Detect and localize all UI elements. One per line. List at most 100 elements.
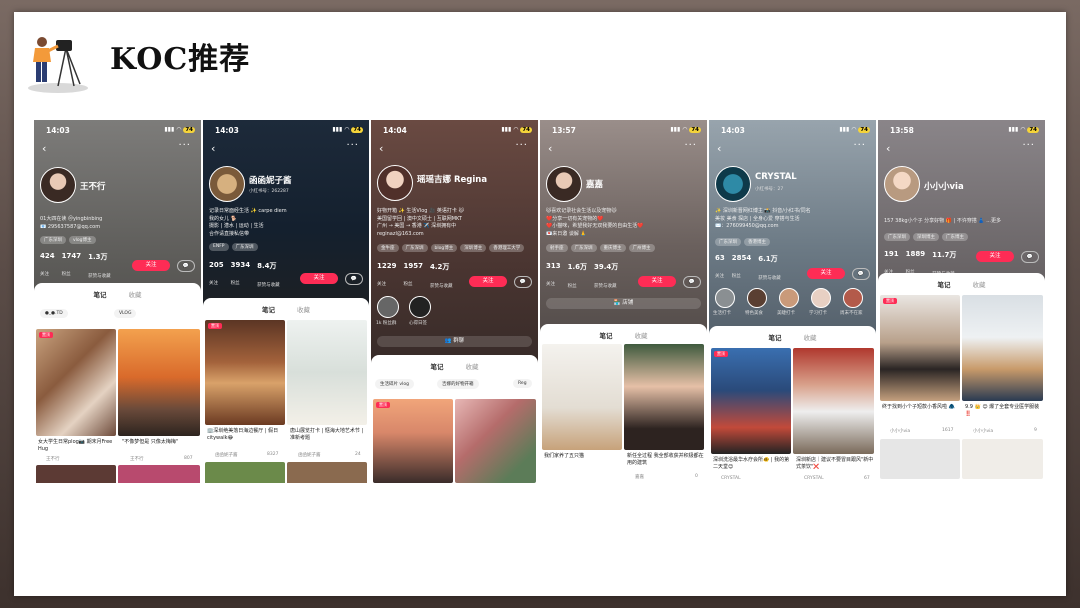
stat-likes: 11.7万: [932, 251, 957, 259]
highlight-label: 学习打卡: [809, 311, 827, 316]
post-author: 嘉嘉: [635, 475, 644, 480]
post-caption[interactable]: 🏢深圳绝美落日海边餐厅 | 假日citywalk😂: [207, 428, 285, 442]
post-card-image[interactable]: [287, 462, 367, 483]
more-icon[interactable]: ···: [515, 140, 528, 151]
message-button[interactable]: 💬: [177, 260, 195, 272]
back-icon[interactable]: ‹: [42, 142, 46, 155]
message-button[interactable]: 💬: [345, 273, 363, 285]
highlight-avatar[interactable]: [715, 288, 735, 308]
group-chat-button[interactable]: 👥 群聊: [377, 336, 532, 347]
post-caption[interactable]: 终于找到小个子短款小香风啦 🧥: [882, 404, 960, 411]
profile-bio: 157 38kg小个子 分享好物 🎁 | 不许穿搭 👗 ...更多: [884, 218, 1002, 224]
highlight-avatar[interactable]: [811, 288, 831, 308]
post-card-image[interactable]: [962, 439, 1043, 479]
post-caption[interactable]: "不像梦但是 只像太梅梅": [122, 439, 198, 446]
more-icon[interactable]: ···: [1022, 140, 1035, 151]
profile-screenshot-2: 14:03 ▮▮▮ ◠ 74 ‹ ··· 函函妮子酱 小红书号：262287 记…: [203, 120, 369, 483]
message-button[interactable]: 💬: [514, 276, 532, 288]
message-button[interactable]: 💬: [852, 268, 870, 280]
back-icon[interactable]: ‹: [548, 142, 552, 155]
post-caption[interactable]: 深圳洗浴最华水疗会所🐠 | 我的第二天堂😊: [713, 457, 791, 471]
post-card-image[interactable]: [118, 329, 200, 436]
post-caption[interactable]: 女大学生日常plog📷 期末月Free Hug: [38, 439, 114, 453]
status-icons: ▮▮▮ ◠ 74: [164, 126, 195, 133]
avatar[interactable]: [377, 165, 413, 201]
message-button[interactable]: 💬: [683, 276, 701, 288]
avatar[interactable]: [884, 166, 920, 202]
follow-button[interactable]: 关注: [300, 273, 338, 284]
group-avatar[interactable]: [377, 296, 399, 318]
post-card-image[interactable]: [118, 465, 200, 483]
avatar[interactable]: [40, 167, 76, 203]
follow-button[interactable]: 关注: [638, 276, 676, 287]
shop-button[interactable]: 🏪 店铺: [546, 298, 701, 309]
post-card-image[interactable]: [793, 348, 874, 454]
notes-feed: 置顶 🏢深圳绝美落日海边餐厅 | 假日citywalk😂 唐山展览打卡 | 惬海…: [203, 314, 369, 483]
back-icon[interactable]: ‹: [379, 142, 383, 155]
highlight-avatar[interactable]: [747, 288, 767, 308]
follow-button[interactable]: 关注: [976, 251, 1014, 262]
collection-pill[interactable]: Reg: [513, 379, 532, 388]
status-icons: ▮▮▮ ◠ 74: [670, 126, 701, 133]
post-caption[interactable]: 9.9 👑 😊 爆了全套专业医学服装 ‼️: [965, 404, 1043, 418]
profile-bio: 🐱喜欢记录社会生活以及宠物🐱 ❤️分享一切有关宠物的❤️ ❤️小猫咪，希望我好无…: [546, 208, 644, 237]
post-card-image[interactable]: [287, 320, 367, 425]
post-card-image[interactable]: [205, 320, 285, 425]
highlight-label: 美睫打卡: [777, 311, 795, 316]
status-time: 14:03: [215, 126, 239, 135]
tag: 广东深圳: [570, 244, 597, 252]
avatar[interactable]: [715, 166, 751, 202]
post-card-image[interactable]: [880, 295, 960, 401]
message-button[interactable]: 💬: [1021, 251, 1039, 263]
post-card-image[interactable]: [373, 399, 453, 483]
stat-likes: 6.1万: [758, 255, 778, 263]
highlight-label: 特色美食: [745, 311, 763, 316]
notes-feed: 置顶 终于找到小个子短款小香风啦 🧥 9.9 👑 😊 爆了全套专业医学服装 ‼️…: [878, 289, 1045, 483]
status-icons: ▮▮▮ ◠ 74: [1008, 126, 1039, 133]
avatar[interactable]: [209, 166, 245, 202]
collection-pill[interactable]: 生活碎片 vlog: [375, 379, 414, 389]
follow-button[interactable]: 关注: [807, 268, 845, 279]
tag: ENFP: [209, 243, 229, 251]
pinned-badge: 置顶: [714, 351, 728, 357]
post-card-image[interactable]: [880, 439, 960, 479]
back-icon[interactable]: ‹: [886, 142, 890, 155]
tag: 重庆博主: [599, 244, 626, 252]
post-caption[interactable]: 我们家养了五只猫: [544, 453, 622, 460]
post-card-image[interactable]: [205, 462, 285, 483]
collection-pill[interactable]: ●_●.TD: [40, 309, 68, 318]
more-icon[interactable]: ···: [346, 140, 359, 151]
profile-screenshot-6: 13:58 ▮▮▮ ◠ 74 ‹ ··· 小小小via 157 38kg小个子 …: [878, 120, 1045, 483]
post-card-image[interactable]: [455, 399, 536, 483]
post-caption[interactable]: 唐山展览打卡 | 惬海大地艺术节 | 准新考题: [290, 428, 368, 442]
group-avatar[interactable]: [409, 296, 431, 318]
more-icon[interactable]: ···: [178, 140, 191, 151]
follow-button[interactable]: 关注: [132, 260, 170, 271]
stat-following: 313: [546, 262, 561, 270]
tag: 广东深圳: [715, 238, 741, 246]
post-card-image[interactable]: [36, 329, 116, 436]
post-card-image[interactable]: [962, 295, 1043, 401]
post-caption[interactable]: 深圳新店｜建议不要冒目跟风"新中式茶饮"❌: [796, 457, 874, 471]
pinned-badge: 置顶: [208, 323, 222, 329]
post-card-image[interactable]: [36, 465, 116, 483]
back-icon[interactable]: ‹: [211, 142, 215, 155]
collection-pill[interactable]: VLOG: [114, 309, 137, 318]
back-icon[interactable]: ‹: [717, 142, 721, 155]
more-icon[interactable]: ···: [853, 140, 866, 151]
tag: vlog博主: [69, 236, 96, 244]
stat-followers: 1747: [61, 252, 82, 260]
avatar[interactable]: [546, 166, 582, 202]
stat-following: 63: [715, 254, 725, 262]
profile-stats: 1229 关注 1957 粉丝 4.2万 获赞与收藏: [377, 262, 453, 289]
more-icon[interactable]: ···: [684, 140, 697, 151]
profile-screenshot-4: 13:57 ▮▮▮ ◠ 74 ‹ ··· 嘉嘉 🐱喜欢记录社会生活以及宠物🐱 ❤…: [540, 120, 707, 483]
collection-pill[interactable]: 吉娜的好物开箱: [437, 379, 479, 389]
highlight-avatar[interactable]: [843, 288, 863, 308]
post-card-image[interactable]: [624, 344, 704, 450]
post-caption[interactable]: 新任全过程 我全部收获并积极都在用的建筑: [627, 453, 705, 467]
post-card-image[interactable]: [542, 344, 622, 450]
highlight-avatar[interactable]: [779, 288, 799, 308]
post-card-image[interactable]: [711, 348, 791, 454]
follow-button[interactable]: 关注: [469, 276, 507, 287]
